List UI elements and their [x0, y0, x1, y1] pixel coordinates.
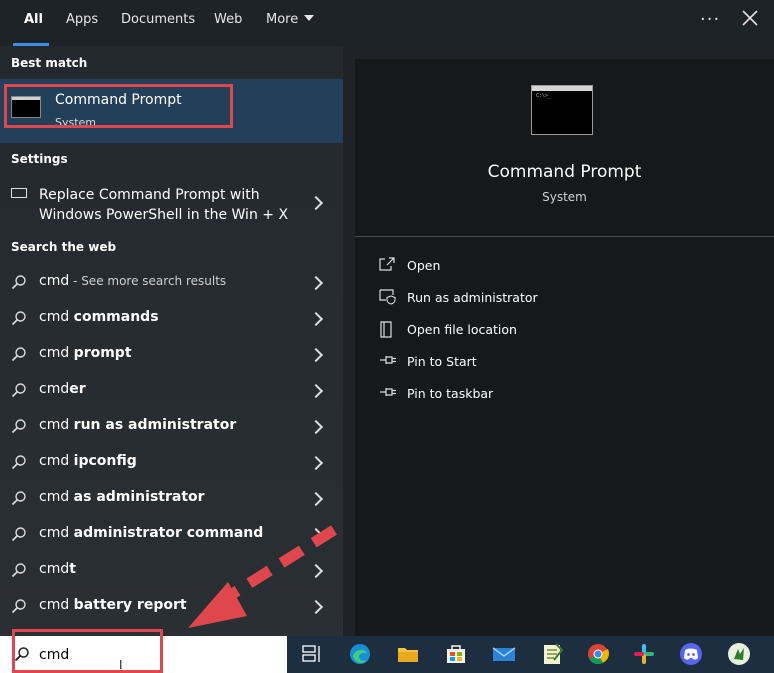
web-result-label: cmd as administrator	[39, 489, 205, 505]
search-icon	[11, 563, 26, 578]
tab-more[interactable]: More	[266, 12, 315, 27]
web-result-item[interactable]: cmd ipconfig	[0, 445, 343, 479]
close-icon[interactable]	[742, 10, 758, 26]
web-result-item[interactable]: cmd as administrator	[0, 481, 343, 515]
pin-icon	[380, 356, 396, 364]
preview-title: Command Prompt	[487, 162, 642, 182]
web-result-prefix: cmd	[39, 309, 74, 325]
web-result-label: cmd run as administrator	[39, 417, 236, 433]
discord-icon[interactable]	[678, 641, 704, 667]
tab-apps[interactable]: Apps	[66, 12, 98, 27]
action-open-file-location-label: Open file location	[407, 322, 517, 337]
store-icon[interactable]	[443, 641, 469, 667]
search-icon	[11, 347, 26, 362]
preview-divider	[355, 236, 774, 237]
action-pin-to-taskbar-label: Pin to taskbar	[407, 386, 494, 401]
web-result-label: cmd ipconfig	[39, 453, 137, 469]
chevron-right-icon[interactable]	[308, 347, 324, 363]
web-result-suggestion: commands	[73, 309, 159, 325]
action-open-label: Open	[407, 258, 441, 273]
settings-item-line2: Windows PowerShell in the Win + X	[39, 207, 289, 223]
annotation-arrow	[188, 525, 337, 628]
monitor-icon	[11, 188, 27, 198]
search-icon	[11, 311, 26, 326]
web-result-prefix: cmd	[39, 561, 70, 577]
web-result-label: cmd commands	[39, 309, 159, 325]
file-location-icon	[380, 321, 392, 338]
chevron-right-icon[interactable]	[308, 275, 324, 291]
chevron-right-icon[interactable]	[308, 383, 324, 399]
search-icon	[11, 383, 26, 398]
web-result-prefix: cmd	[39, 345, 74, 361]
action-run-as-admin-label: Run as administrator	[407, 290, 538, 305]
mail-icon[interactable]	[491, 641, 517, 667]
web-result-item[interactable]: cmd commands	[0, 301, 343, 335]
section-best-match: Best match	[11, 56, 88, 70]
web-result-prefix: cmd	[39, 525, 74, 541]
chevron-right-icon[interactable]	[308, 455, 324, 471]
file-explorer-icon[interactable]	[395, 641, 421, 667]
search-box-highlight	[12, 629, 163, 673]
web-result-suggestion: ipconfig	[73, 453, 137, 469]
web-result-suggestion: t	[69, 561, 76, 577]
web-result-prefix: cmd	[39, 489, 74, 505]
search-icon	[11, 419, 26, 434]
slack-icon[interactable]	[631, 641, 657, 667]
web-result-prefix: cmd	[39, 597, 74, 613]
shield-icon	[379, 289, 396, 305]
section-settings: Settings	[11, 152, 68, 166]
app-icon[interactable]	[726, 641, 752, 667]
web-result-label: cmdt	[39, 561, 76, 577]
preview-card	[355, 59, 774, 636]
web-result-prefix: cmd	[39, 273, 70, 289]
search-header: All Apps Documents Web More ···	[0, 0, 774, 46]
web-result-suggestion: prompt	[73, 345, 132, 361]
web-result-suggestion: er	[69, 381, 86, 397]
action-pin-to-start-label: Pin to Start	[407, 354, 477, 369]
web-result-label: cmd - See more search results	[39, 273, 226, 289]
chevron-right-icon[interactable]	[308, 419, 324, 435]
web-result-item[interactable]: cmd prompt	[0, 337, 343, 371]
tab-documents[interactable]: Documents	[121, 12, 195, 27]
task-view-icon[interactable]	[299, 641, 325, 667]
search-icon	[11, 527, 26, 542]
chevron-right-icon[interactable]	[308, 491, 324, 507]
pin-icon	[380, 388, 396, 396]
open-icon	[379, 257, 395, 271]
search-icon	[11, 491, 26, 506]
search-icon	[11, 599, 26, 614]
web-result-prefix: cmd	[39, 417, 74, 433]
web-result-hint: - See more search results	[69, 274, 227, 288]
search-icon	[11, 455, 26, 470]
web-result-item[interactable]: cmd run as administrator	[0, 409, 343, 443]
tab-more-label: More	[266, 12, 299, 27]
search-icon	[11, 275, 26, 290]
web-result-prefix: cmd	[39, 381, 70, 397]
preview-subtitle: System	[542, 190, 587, 204]
web-result-item[interactable]: cmder	[0, 373, 343, 407]
tab-all[interactable]: All	[24, 12, 43, 27]
edge-icon[interactable]	[347, 641, 373, 667]
web-result-suggestion: as administrator	[73, 489, 205, 505]
best-match-highlight	[4, 84, 233, 128]
more-options-icon[interactable]: ···	[700, 9, 720, 30]
web-result-label: cmder	[39, 381, 86, 397]
command-prompt-large-icon	[531, 85, 593, 135]
section-search-web: Search the web	[11, 240, 117, 254]
web-result-suggestion: run as administrator	[73, 417, 237, 433]
tab-web[interactable]: Web	[214, 12, 242, 27]
chevron-down-icon	[304, 15, 315, 21]
web-result-prefix: cmd	[39, 453, 74, 469]
settings-item-line1: Replace Command Prompt with	[39, 187, 260, 203]
notepad-icon[interactable]	[539, 641, 565, 667]
settings-item[interactable]: Replace Command Prompt with Windows Powe…	[39, 185, 288, 225]
chrome-icon[interactable]	[585, 641, 611, 667]
web-result-item[interactable]: cmd - See more search results	[0, 265, 343, 299]
chevron-right-icon[interactable]	[308, 311, 324, 327]
web-result-label: cmd prompt	[39, 345, 132, 361]
